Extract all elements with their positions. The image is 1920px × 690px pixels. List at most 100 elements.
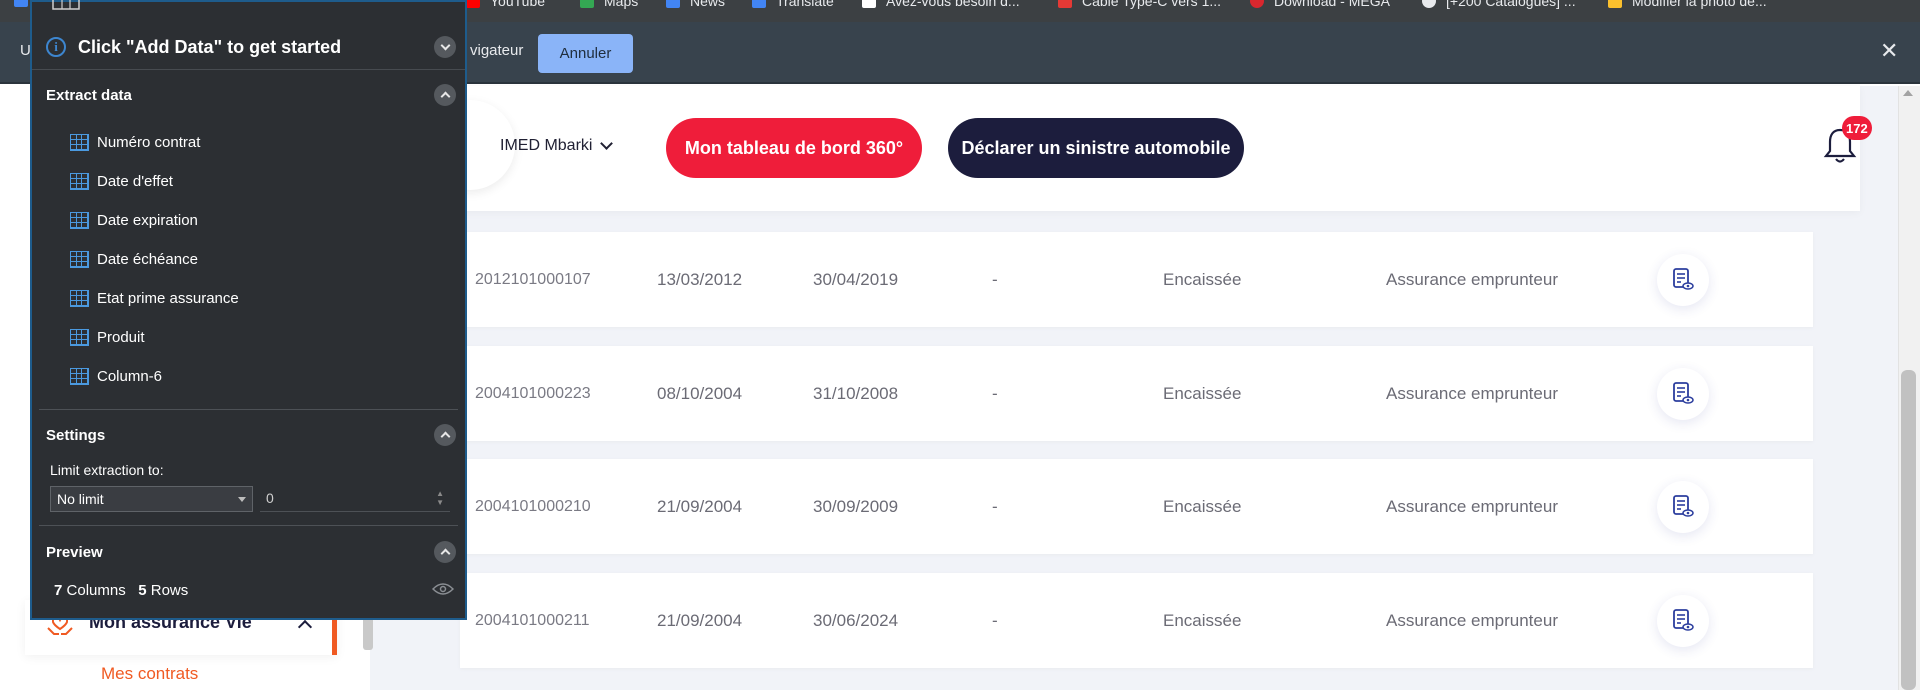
bookmark-modifier[interactable]: Modifier la photo de... bbox=[1608, 0, 1767, 9]
chevron-up-icon bbox=[440, 91, 450, 102]
panel-toolbar bbox=[32, 0, 465, 24]
premium-status: Encaissée bbox=[1163, 383, 1242, 403]
table-column-icon bbox=[70, 328, 89, 346]
translate-icon bbox=[752, 0, 766, 8]
document-view-icon bbox=[1673, 382, 1694, 404]
settings-collapse-button[interactable] bbox=[434, 424, 456, 446]
table-column-icon bbox=[70, 172, 89, 190]
spinner-arrows-icon[interactable]: ▲ ▼ bbox=[436, 489, 444, 507]
due-date: - bbox=[992, 496, 998, 516]
preview-title: Preview bbox=[46, 544, 103, 561]
bookmark-youtube[interactable]: YouTube bbox=[466, 0, 545, 9]
bookmark-mega[interactable]: Download - MEGA bbox=[1250, 0, 1390, 9]
bookmark-translate[interactable]: Translate bbox=[752, 0, 834, 9]
view-document-button[interactable] bbox=[1657, 481, 1709, 533]
divider bbox=[39, 409, 458, 410]
expiration-date: 30/06/2024 bbox=[813, 610, 899, 630]
contract-number: 2004101000223 bbox=[475, 384, 591, 402]
limit-select[interactable]: No limit bbox=[50, 486, 253, 512]
bookmark-icon bbox=[1608, 0, 1622, 8]
table-row: 2012101000107 13/03/2012 30/04/2019 - En… bbox=[460, 232, 1813, 327]
field-item[interactable]: Produit bbox=[70, 327, 145, 347]
chevron-down-icon bbox=[440, 40, 450, 51]
apps-icon bbox=[14, 0, 28, 7]
dropdown-arrow-icon bbox=[238, 497, 246, 502]
premium-status: Encaissée bbox=[1163, 496, 1242, 516]
chevron-down-icon bbox=[600, 137, 614, 150]
table-column-icon bbox=[70, 250, 89, 268]
field-item[interactable]: Column-6 bbox=[70, 366, 162, 386]
contract-number: 2004101000211 bbox=[475, 611, 590, 629]
field-item[interactable]: Numéro contrat bbox=[70, 132, 200, 152]
news-icon bbox=[666, 0, 680, 8]
view-document-button[interactable] bbox=[1657, 254, 1709, 306]
limit-number-input[interactable]: 0 ▲ ▼ bbox=[260, 486, 450, 512]
table-column-icon bbox=[70, 211, 89, 229]
contract-number: 2004101000210 bbox=[475, 497, 591, 515]
due-date: - bbox=[992, 383, 998, 403]
page-scrollbar-thumb[interactable] bbox=[1901, 370, 1916, 690]
table-column-icon bbox=[70, 367, 89, 385]
chevron-up-icon bbox=[440, 431, 450, 442]
panel-hint-bar: i Click "Add Data" to get started bbox=[32, 24, 465, 70]
product-name: Assurance emprunteur bbox=[1386, 383, 1558, 403]
table-row: 2004101000211 21/09/2004 30/06/2024 - En… bbox=[460, 573, 1813, 668]
view-document-button[interactable] bbox=[1657, 368, 1709, 420]
divider bbox=[39, 525, 458, 526]
expiration-date: 30/09/2009 bbox=[813, 496, 899, 516]
notification-badge: 172 bbox=[1842, 116, 1872, 140]
flag-icon bbox=[862, 0, 876, 8]
expiration-date: 31/10/2008 bbox=[813, 383, 899, 403]
settings-title: Settings bbox=[46, 427, 106, 444]
bookmark-catalogues[interactable]: [+200 Catalogues] ... bbox=[1422, 0, 1576, 9]
youtube-icon bbox=[466, 0, 480, 8]
info-icon: i bbox=[46, 37, 66, 57]
field-item[interactable]: Date expiration bbox=[70, 210, 198, 230]
extract-collapse-button[interactable] bbox=[434, 84, 456, 106]
chevron-up-icon bbox=[297, 619, 313, 635]
field-item[interactable]: Etat prime assurance bbox=[70, 288, 239, 308]
premium-status: Encaissée bbox=[1163, 269, 1242, 289]
hint-text: Click "Add Data" to get started bbox=[78, 37, 342, 57]
product-name: Assurance emprunteur bbox=[1386, 269, 1558, 289]
due-date: - bbox=[992, 269, 998, 289]
bookmark-cable[interactable]: Câble Type-C vers 1... bbox=[1058, 0, 1221, 9]
due-date: - bbox=[992, 610, 998, 630]
eye-icon[interactable] bbox=[432, 582, 454, 596]
user-menu[interactable]: IMED Mbarki bbox=[500, 137, 614, 155]
hint-toggle-button[interactable] bbox=[434, 36, 456, 58]
bookmark-maps[interactable]: Maps bbox=[580, 0, 638, 9]
extraction-panel: i Click "Add Data" to get started Extrac… bbox=[30, 0, 467, 620]
effective-date: 08/10/2004 bbox=[657, 383, 743, 403]
scroll-up-arrow-icon[interactable] bbox=[1903, 90, 1913, 96]
mega-icon bbox=[1250, 0, 1264, 8]
bookmark-news[interactable]: News bbox=[666, 0, 725, 9]
extract-data-title: Extract data bbox=[46, 87, 132, 104]
dashboard-360-button[interactable]: Mon tableau de bord 360° bbox=[666, 118, 922, 178]
declare-claim-button[interactable]: Déclarer un sinistre automobile bbox=[948, 118, 1244, 178]
close-icon[interactable]: ✕ bbox=[1880, 38, 1898, 64]
contract-number: 2012101000107 bbox=[475, 270, 591, 288]
document-view-icon bbox=[1673, 495, 1694, 517]
document-view-icon bbox=[1673, 609, 1694, 631]
table-column-icon bbox=[70, 133, 89, 151]
preview-collapse-button[interactable] bbox=[434, 541, 456, 563]
product-name: Assurance emprunteur bbox=[1386, 610, 1558, 630]
field-item[interactable]: Date d'effet bbox=[70, 171, 173, 191]
sidebar-subitem-mes-contrats[interactable]: Mes contrats bbox=[101, 664, 198, 684]
premium-status: Encaissée bbox=[1163, 610, 1242, 630]
infobar-message: vigateur bbox=[470, 42, 524, 59]
preview-stats: 7 Columns 5 Rows bbox=[54, 582, 189, 599]
table-toolbar-icon[interactable] bbox=[52, 0, 80, 10]
product-name: Assurance emprunteur bbox=[1386, 496, 1558, 516]
table-column-icon bbox=[70, 289, 89, 307]
globe-icon bbox=[1422, 0, 1436, 8]
effective-date: 21/09/2004 bbox=[657, 496, 743, 516]
chevron-up-icon bbox=[440, 548, 450, 559]
field-item[interactable]: Date échéance bbox=[70, 249, 198, 269]
bookmark-avez-vous[interactable]: Avez-vous besoin d... bbox=[862, 0, 1020, 9]
table-row: 2004101000223 08/10/2004 31/10/2008 - En… bbox=[460, 346, 1813, 441]
user-name: IMED Mbarki bbox=[500, 137, 593, 154]
cancel-button[interactable]: Annuler bbox=[538, 34, 633, 73]
view-document-button[interactable] bbox=[1657, 595, 1709, 647]
